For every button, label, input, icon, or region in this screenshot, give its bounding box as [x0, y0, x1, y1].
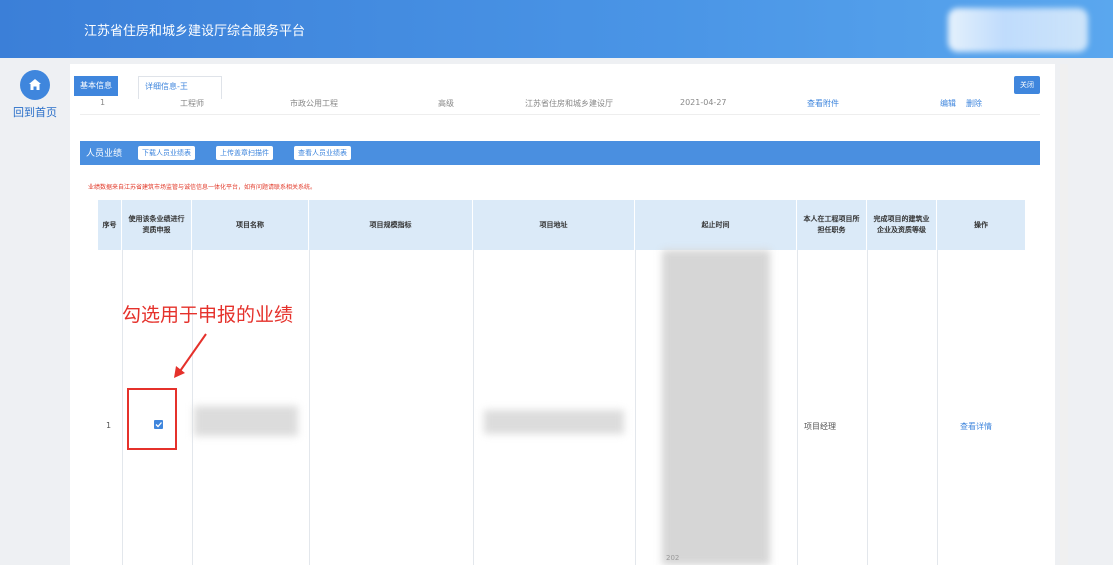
row-role: 项目经理	[804, 422, 836, 431]
qualification-row: 1 工程师 市政公用工程 高级 江苏省住房和城乡建设厅 2021-04-27 查…	[80, 98, 1040, 115]
th-period: 起止时间	[635, 200, 797, 250]
home-label[interactable]: 回到首页	[8, 104, 62, 120]
section-bar-performance: 人员业绩 下载人员业绩表 上传盖章扫描件 查看人员业绩表	[80, 141, 1040, 165]
notice-text: 业绩数据来自江苏省建筑市场监管与诚信信息一体化平台，如有问题请联系相关系统。	[88, 184, 317, 191]
prev-row-index: 1	[100, 98, 106, 107]
highlight-box	[127, 388, 177, 450]
download-performance-button[interactable]: 下载人员业绩表	[138, 146, 195, 160]
annotation-text: 勾选用于申报的业绩	[122, 304, 294, 326]
top-bar: 江苏省住房和城乡建设厅综合服务平台	[0, 0, 1113, 58]
left-nav	[0, 58, 70, 565]
th-role: 本人在工程项目所担任职务	[797, 200, 867, 250]
home-icon	[29, 79, 41, 90]
upload-scan-button[interactable]: 上传盖章扫描件	[216, 146, 273, 160]
prev-row-title: 工程师	[180, 99, 204, 108]
th-project-scale: 项目规模指标	[309, 200, 473, 250]
section-title: 人员业绩	[86, 149, 123, 159]
th-company-qualification: 完成项目的建筑业企业及资质等级	[867, 200, 937, 250]
project-address-blurred	[484, 410, 624, 434]
th-project-name: 项目名称	[192, 200, 309, 250]
tab-basic-info[interactable]: 基本信息	[74, 76, 118, 96]
prev-row-major: 市政公用工程	[290, 99, 338, 108]
prev-row-issuer: 江苏省住房和城乡建设厅	[525, 99, 613, 108]
th-project-address: 项目地址	[473, 200, 635, 250]
view-performance-button[interactable]: 查看人员业绩表	[294, 146, 351, 160]
prev-row-date: 2021-04-27	[680, 98, 727, 107]
table-header: 序号 使用该条业绩进行资质申报 项目名称 项目规模指标 项目地址 起止时间 本人…	[98, 200, 1026, 250]
platform-title: 江苏省住房和城乡建设厅综合服务平台	[84, 24, 306, 39]
th-action: 操作	[937, 200, 1026, 250]
prev-row-level: 高级	[438, 99, 454, 108]
home-button[interactable]	[20, 70, 50, 100]
project-name-blurred	[194, 406, 298, 436]
tab-detail-info[interactable]: 详细信息-王	[138, 76, 222, 99]
performance-table: 序号 使用该条业绩进行资质申报 项目名称 项目规模指标 项目地址 起止时间 本人…	[98, 200, 1026, 565]
delete-link[interactable]: 删除	[966, 98, 982, 109]
view-attachment-link[interactable]: 查看附件	[807, 98, 839, 109]
close-button[interactable]: 关闭	[1014, 76, 1040, 94]
view-detail-link[interactable]: 查看详情	[960, 421, 992, 432]
user-area-blurred[interactable]	[948, 8, 1088, 52]
row-index: 1	[106, 421, 112, 430]
annotation-arrow-icon	[174, 333, 207, 378]
period-blurred	[662, 250, 770, 565]
th-use-for-application: 使用该条业绩进行资质申报	[122, 200, 192, 250]
scrollbar[interactable]	[1060, 64, 1068, 565]
period-partial: 202	[666, 554, 680, 562]
th-index: 序号	[98, 200, 122, 250]
edit-link[interactable]: 编辑	[940, 98, 956, 109]
